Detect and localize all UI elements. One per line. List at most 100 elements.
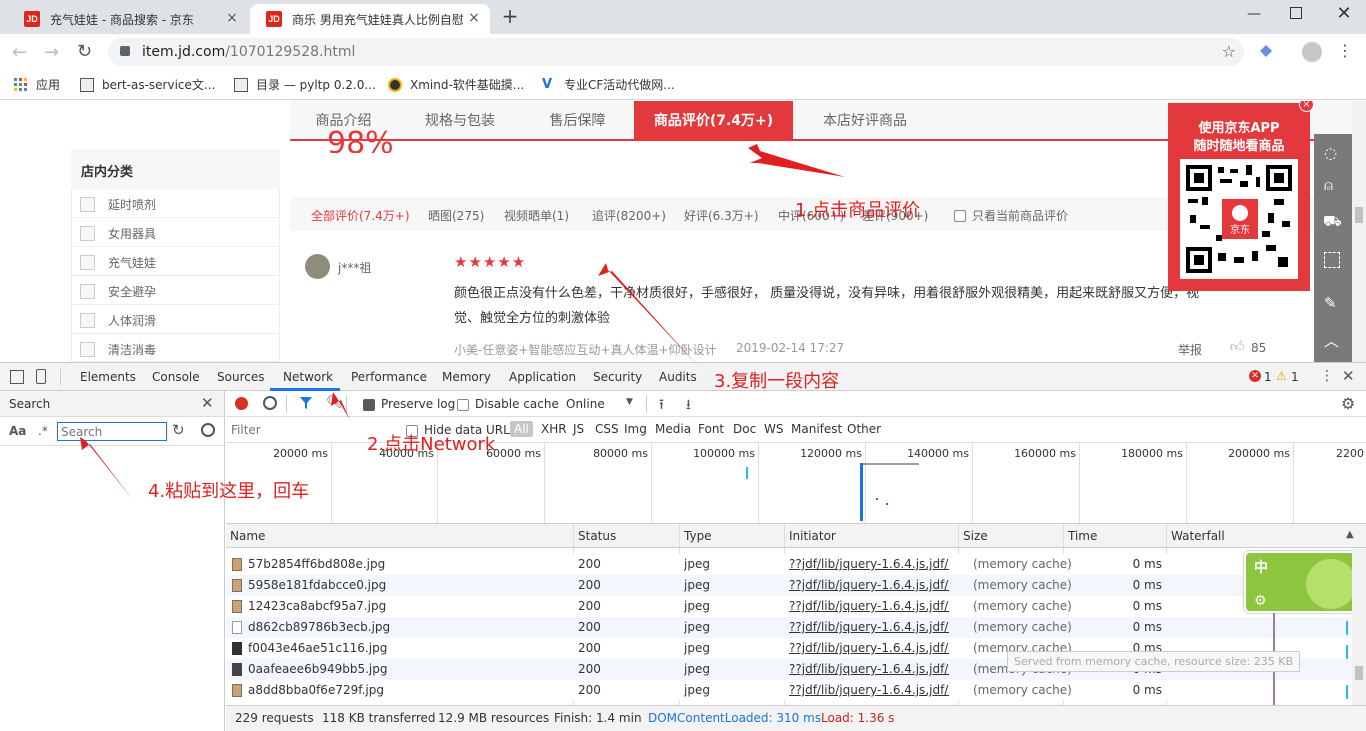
type-filter-xhr[interactable]: XHR [541,422,567,436]
category-item[interactable]: 人体润滑 [71,307,280,334]
filter-current-only[interactable]: 只看当前商品评价 [954,207,1068,224]
report-link[interactable]: 举报 [1178,341,1202,358]
device-toolbar-icon[interactable] [36,369,46,384]
category-item[interactable]: 清洁消毒 [71,336,280,362]
bookmark-pyltp[interactable]: 目录 — pyltp 0.2.0... [234,76,376,93]
thumbs-up-icon[interactable]: 👍︎ [1230,338,1245,355]
browser-tab-search[interactable]: JD 充气娃娃 - 商品搜索 - 京东 × [8,4,248,34]
type-filter-js[interactable]: JS [573,422,584,436]
filter-icon[interactable] [299,396,313,410]
table-row[interactable]: 12423ca8abcf95a7.jpg 200 jpeg ??jdf/lib/… [226,596,1352,617]
type-filter-css[interactable]: CSS [595,422,619,436]
bookmark-xmind[interactable]: Xmind-软件基础摸... [388,76,524,93]
bookmark-bert[interactable]: bert-as-service文... [80,76,215,93]
restore-icon[interactable] [1290,7,1302,19]
menu-icon[interactable]: ⋮ [1337,42,1353,60]
type-filter-media[interactable]: Media [655,422,691,436]
search-input[interactable] [57,422,167,441]
search-icon[interactable]: 🔍︎ [326,395,343,410]
close-search-icon[interactable]: ✕ [201,394,214,412]
tab-memory[interactable]: Memory [442,370,491,384]
column-type[interactable]: Type [684,529,712,543]
request-initiator[interactable]: ??jdf/lib/jquery-1.6.4.js,jdf/1.... [789,662,949,676]
type-filter-font[interactable]: Font [698,422,724,436]
close-window-icon[interactable]: ✕ [1334,3,1354,27]
request-initiator[interactable]: ??jdf/lib/jquery-1.6.4.js,jdf/1.... [789,641,949,655]
tab-console[interactable]: Console [152,370,200,384]
cart-icon[interactable]: ⛟ [1323,212,1342,232]
type-filter-img[interactable]: Img [624,422,647,436]
clear-search-icon[interactable] [201,423,215,437]
import-har-icon[interactable]: ⭱ [659,394,664,418]
type-filter-all[interactable]: All [510,421,533,437]
filter-append[interactable]: 追评(8200+) [592,207,666,224]
forward-icon[interactable]: → [44,42,59,63]
inspect-element-icon[interactable] [10,370,24,384]
bookmark-cf[interactable]: V 专业CF活动代做网... [542,76,675,93]
table-row[interactable]: d862cb89786b3ecb.jpg 200 jpeg ??jdf/lib/… [226,617,1352,638]
match-case-button[interactable]: Aa [9,424,26,438]
new-tab-icon[interactable]: + [500,6,520,27]
settings-gear-icon[interactable]: ⚙ [1341,394,1355,413]
chat-icon[interactable]: ◌ [1324,144,1337,162]
tab-elements[interactable]: Elements [80,370,136,384]
reload-icon[interactable]: ↻ [77,41,92,62]
input-method-widget[interactable]: 中 ⚙ [1244,551,1362,613]
category-item[interactable]: 延时喷剂 [71,191,280,218]
profile-avatar[interactable] [1302,42,1322,62]
table-row[interactable]: a8dd8bba0f6e729f.jpg 200 jpeg ??jdf/lib/… [226,680,1352,701]
close-tab-icon[interactable]: × [224,10,240,26]
checkbox[interactable] [457,398,469,411]
tab-shop-favorites[interactable]: 本店好评商品 [795,101,935,141]
type-filter-other[interactable]: Other [847,422,881,436]
category-item[interactable]: 充气娃娃 [71,249,280,276]
close-tab-icon[interactable]: × [466,10,482,26]
warning-count[interactable]: 1 [1291,370,1299,384]
throttle-select[interactable]: Online [566,397,605,411]
refresh-search-icon[interactable]: ↻ [172,421,185,439]
filter-good[interactable]: 好评(6.3万+) [684,207,759,224]
column-waterfall[interactable]: Waterfall [1171,529,1225,543]
scroll-thumb[interactable] [1355,666,1363,680]
error-count[interactable]: 1 [1264,370,1272,384]
scroll-thumb[interactable] [1355,207,1363,223]
column-time[interactable]: Time [1068,529,1097,543]
checkbox[interactable] [363,398,375,411]
column-initiator[interactable]: Initiator [789,529,836,543]
edit-icon[interactable]: ✎ [1324,294,1337,312]
devtools-menu-icon[interactable]: ⋮ [1320,368,1334,384]
preserve-log-toggle[interactable]: Preserve log [363,397,455,411]
filter-video[interactable]: 视频晒单(1) [504,207,569,224]
tab-reviews[interactable]: 商品评价(7.4万+) [634,101,793,141]
category-item[interactable]: 女用器具 [71,220,280,247]
type-filter-ws[interactable]: WS [764,422,783,436]
checkbox[interactable] [954,210,966,222]
tab-application[interactable]: Application [509,370,576,384]
table-scrollbar[interactable] [1352,548,1366,705]
filter-pics[interactable]: 晒图(275) [428,207,484,224]
export-har-icon[interactable]: ⭳ [686,394,691,418]
table-row[interactable]: 5958e181fdabcce0.jpg 200 jpeg ??jdf/lib/… [226,575,1352,596]
tab-specs[interactable]: 规格与包装 [397,101,523,141]
type-filter-manifest[interactable]: Manifest [791,422,842,436]
disable-cache-toggle[interactable]: Disable cache [457,397,559,411]
category-item[interactable]: 安全避孕 [71,278,280,305]
browser-tab-product[interactable]: JD 商乐 男用充气娃娃真人比例自慰 × [250,4,490,34]
back-icon[interactable]: ← [12,42,27,63]
filter-all[interactable]: 全部评价(7.4万+) [311,207,410,224]
column-size[interactable]: Size [963,529,988,543]
settings-gear-icon[interactable]: ⚙ [1254,593,1267,609]
page-scrollbar[interactable] [1352,101,1366,362]
extension-icon[interactable] [1258,43,1274,59]
column-name[interactable]: Name [230,529,265,543]
minimize-icon[interactable]: — [1244,6,1264,26]
close-devtools-icon[interactable]: ✕ [1342,367,1355,385]
user-icon[interactable]: ⍝ [1324,176,1333,194]
address-bar[interactable]: item.jd.com/1070129528.html ☆ [108,38,1244,66]
bookmark-star-icon[interactable]: ☆ [1222,42,1236,61]
tab-performance[interactable]: Performance [351,370,427,384]
request-initiator[interactable]: ??jdf/lib/jquery-1.6.4.js,jdf/1.... [789,599,949,613]
qr-scan-icon[interactable] [1324,252,1340,268]
back-to-top-icon[interactable]: ︿ [1324,330,1339,351]
type-filter-doc[interactable]: Doc [733,422,756,436]
